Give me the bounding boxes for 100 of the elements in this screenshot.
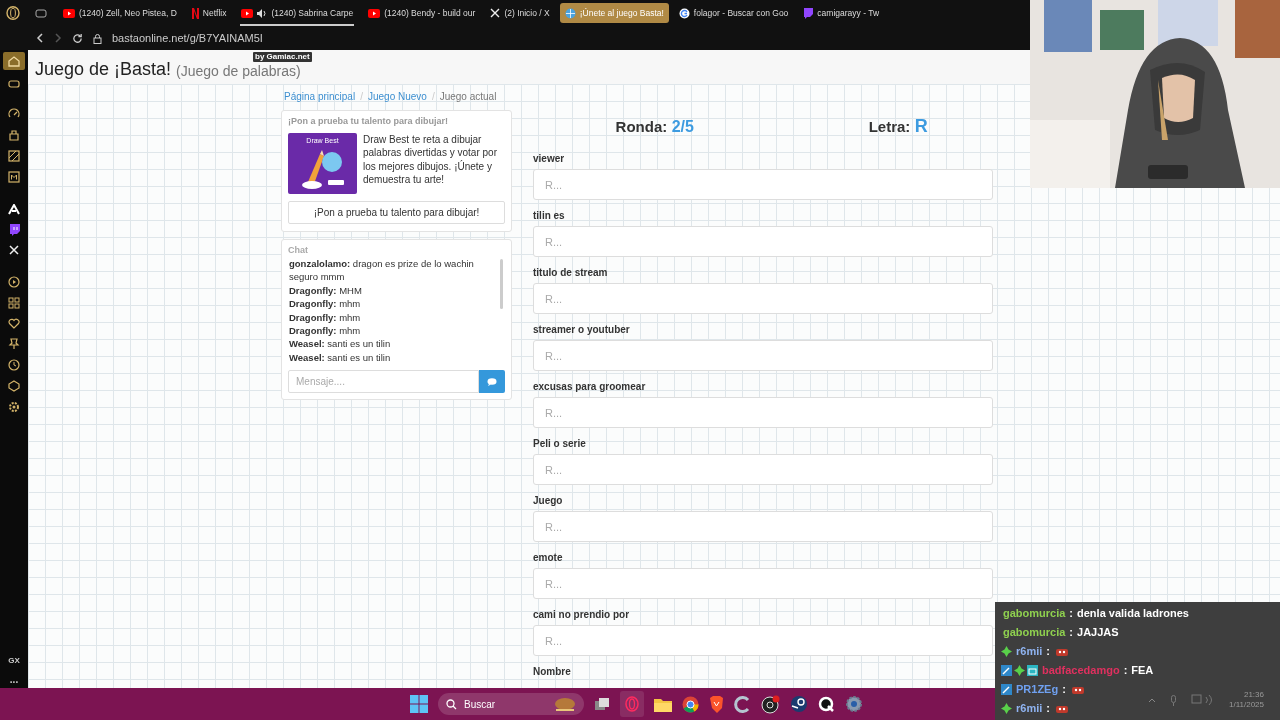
browser-tab[interactable]: (1240) Bendy - build our [363, 3, 481, 23]
browser-tab[interactable]: Netflix [186, 3, 232, 23]
bag-icon[interactable] [8, 129, 20, 141]
chat-heading: Chat [288, 243, 309, 257]
brush-badge-icon [1001, 665, 1012, 676]
play-icon [63, 8, 75, 18]
browser-tab[interactable]: camigarayy - Tw [798, 3, 885, 23]
lion-shield-icon[interactable] [709, 695, 724, 713]
browser-tab[interactable]: folagor - Buscar con Goo [673, 3, 794, 23]
field-label: Nombre [533, 666, 571, 678]
breadcrumb-link[interactable]: Página principal [284, 88, 356, 104]
diamond-badge-icon [1001, 646, 1012, 657]
field-label: cami no prendio por [533, 609, 630, 621]
pin-icon[interactable] [8, 338, 20, 350]
promo-heading: ¡Pon a prueba tu talento para dibujar! [288, 115, 449, 128]
wallpaper-icon[interactable] [8, 150, 20, 162]
breadcrumb-separator: / [431, 89, 435, 104]
chat-message: Weasel: santi es un tilin [289, 337, 392, 351]
browser-tab[interactable]: (1240) Zell, Neo Pistea, D [58, 3, 182, 23]
taskbar-search-field[interactable]: Buscar [438, 693, 584, 715]
chat-message: JAJJAS [1077, 625, 1119, 641]
chat-username: gabomurcia [1003, 625, 1066, 641]
address-field[interactable]: bastaonline.net/g/B7YAINAM5I [112, 29, 263, 47]
diamond-badge-icon [1014, 665, 1025, 676]
colon: : [1046, 644, 1050, 660]
field-label: Peli o serie [533, 438, 586, 450]
chat-username: r6mii [1016, 644, 1043, 660]
twitch-icon[interactable] [8, 224, 20, 236]
field-label: streamer o youtuber [533, 324, 630, 336]
colon: : [1069, 606, 1074, 622]
play-icon [368, 8, 381, 18]
chrome-icon[interactable] [682, 695, 699, 713]
more-menu[interactable]: ... [9, 676, 19, 684]
breadcrumb-link[interactable]: Juego Nuevo [367, 88, 427, 104]
text-field[interactable]: R... [533, 625, 993, 656]
chat-username: PR1ZEg [1016, 682, 1059, 698]
play-icon[interactable] [8, 276, 20, 288]
windows-start-icon[interactable] [410, 695, 428, 713]
message-field[interactable]: Mensaje.... [288, 370, 479, 394]
page-title: Juego de ¡Basta! [35, 60, 172, 78]
chat-message: denla valida ladrones [1077, 606, 1189, 622]
field-label: emote [533, 552, 563, 564]
back-icon[interactable] [36, 33, 44, 43]
folder-icon[interactable] [654, 696, 672, 712]
home-icon[interactable] [3, 52, 25, 70]
clock-time[interactable]: 21:36 [1243, 690, 1264, 700]
x-icon [490, 8, 501, 18]
globe-icon [564, 7, 576, 19]
browser-tab[interactable]: (2) Inicio / X [485, 3, 555, 23]
search-icon [446, 698, 457, 710]
grid-icon[interactable] [8, 297, 20, 309]
clock-icon[interactable] [8, 359, 20, 371]
chat-message: FEA [1131, 663, 1154, 679]
clock-date[interactable]: 1/11/2025 [1229, 700, 1264, 710]
chat-message: Dragonfly: mhm [289, 324, 362, 338]
reload-icon[interactable] [72, 32, 83, 44]
c-logo-icon[interactable] [734, 695, 751, 713]
chevron-up-icon[interactable] [1148, 697, 1156, 703]
browser-tab[interactable]: (1240) Sabrina Carpe [236, 3, 359, 23]
speaker-icon[interactable] [257, 8, 268, 18]
round-value: 2/5 [671, 117, 694, 135]
speech-bubble-icon [487, 377, 497, 386]
letter-label: Letra: [868, 118, 911, 135]
heart-icon[interactable] [8, 318, 20, 329]
text-field[interactable]: R... [533, 511, 993, 542]
x-icon[interactable] [9, 245, 19, 255]
chat-message: Dragonfly: mhm [289, 310, 362, 325]
record-app-icon[interactable] [761, 694, 780, 714]
credit-badge: by Gamiac.net [253, 52, 312, 62]
draw-challenge-button[interactable]: ¡Pon a prueba tu talento para dibujar! [288, 200, 505, 224]
text-field[interactable]: R... [533, 226, 993, 257]
text-field[interactable]: R... [533, 283, 993, 314]
text-field[interactable]: R... [533, 454, 993, 485]
letter-value: R [914, 116, 928, 136]
page-subtitle: (Juego de palabras) [176, 64, 301, 78]
twitch-icon [803, 7, 814, 19]
field-label: excusas para groomear [533, 381, 646, 393]
field-label: titulo de stream [533, 267, 608, 279]
cube-icon[interactable] [8, 380, 20, 392]
settings-icon[interactable] [8, 401, 20, 413]
send-button[interactable] [479, 370, 505, 394]
opera-logo-icon[interactable] [6, 6, 20, 20]
chat-message: Weasel: santi es un tilin [289, 350, 392, 365]
field-label: tilin es [533, 210, 565, 222]
forward-icon[interactable] [54, 33, 62, 43]
q-logo-icon[interactable] [818, 695, 835, 713]
lock-icon [93, 32, 102, 44]
gx-label: GX [8, 655, 20, 667]
text-field[interactable]: R... [533, 397, 993, 428]
task-view-icon[interactable] [594, 697, 610, 711]
chat-message: Dragonfly: mhm [289, 297, 362, 311]
n-logo-icon [191, 7, 199, 19]
text-field[interactable]: R... [533, 340, 993, 371]
text-field[interactable]: R... [533, 169, 993, 200]
speedometer-icon[interactable] [8, 108, 20, 120]
colon: : [1069, 625, 1074, 641]
microphone-icon[interactable] [1170, 694, 1177, 706]
module-icon[interactable] [8, 171, 20, 183]
text-field[interactable]: R... [533, 568, 993, 599]
chat-username: gabomurcia [1003, 606, 1066, 622]
